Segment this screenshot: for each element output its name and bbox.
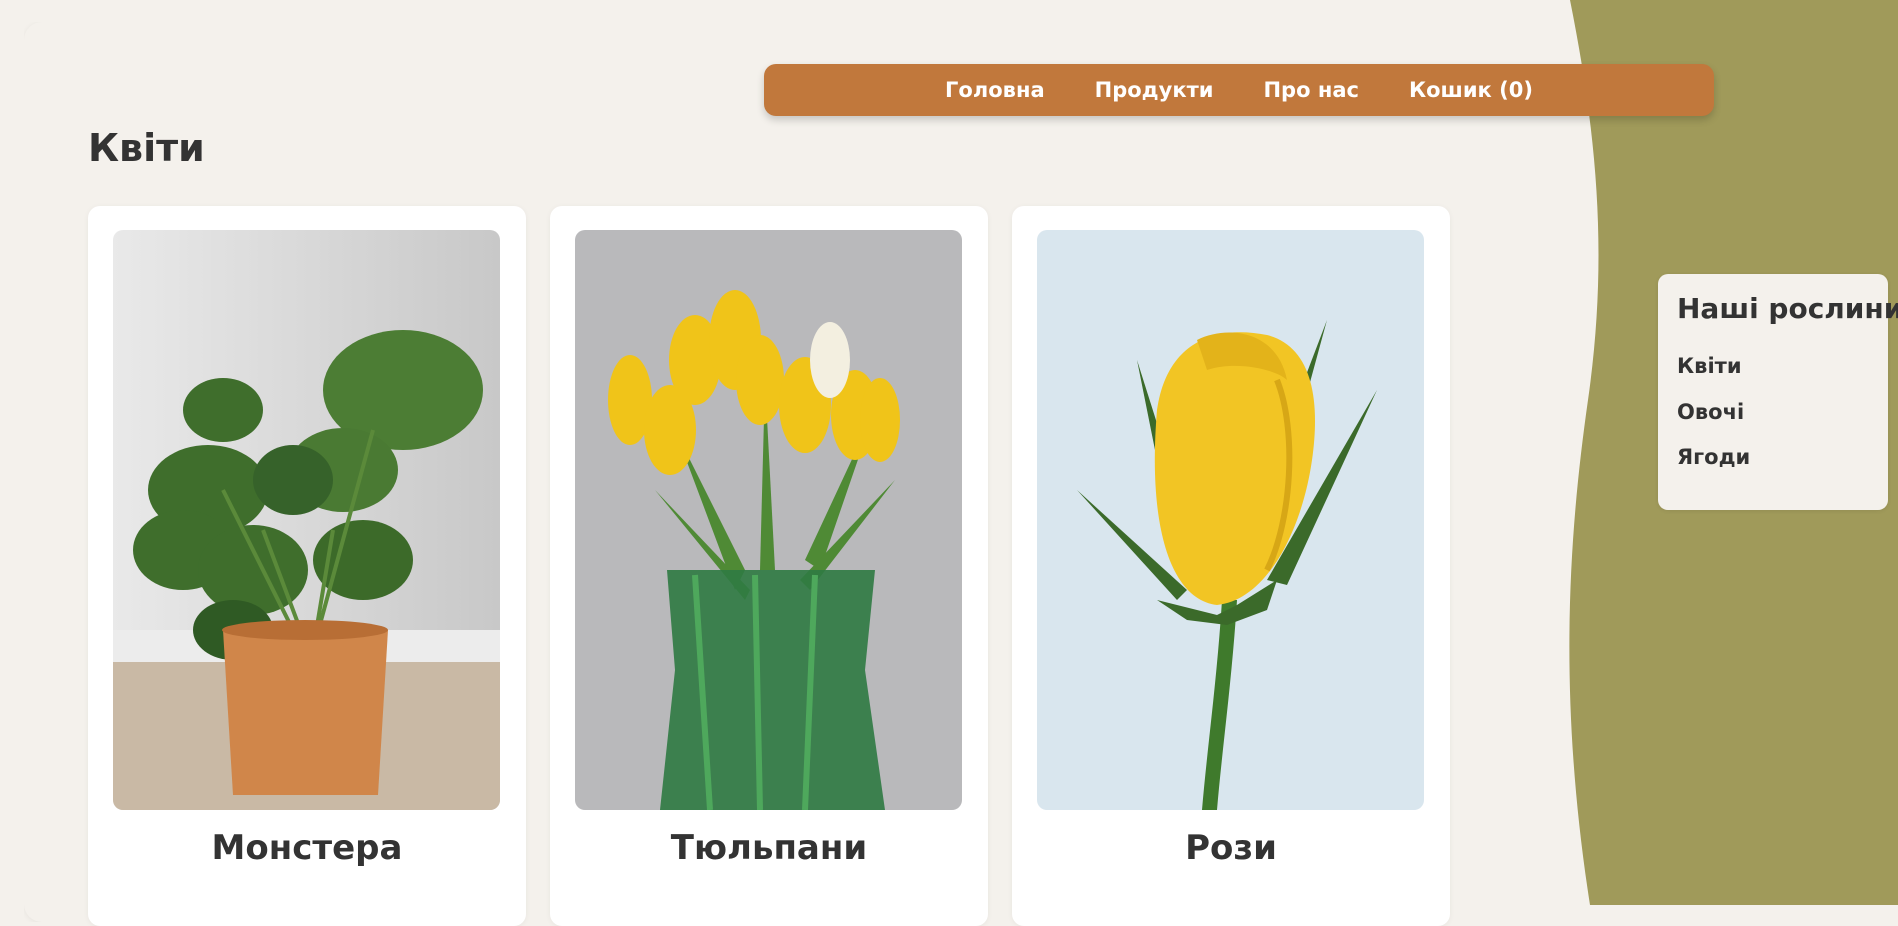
- sidebar-title: Наші рослини: [1677, 292, 1898, 325]
- section-title: Квіти: [88, 126, 205, 170]
- main-navbar: Головна Продукти Про нас Кошик (0): [764, 64, 1714, 116]
- nav-products-link[interactable]: Продукти: [1095, 78, 1214, 102]
- nav-about-link[interactable]: Про нас: [1263, 78, 1358, 102]
- product-name: Рози: [1185, 828, 1277, 868]
- product-card-roses[interactable]: Рози: [1012, 206, 1450, 926]
- nav-home-link[interactable]: Головна: [945, 78, 1045, 102]
- sidebar-item-flowers[interactable]: Квіти: [1677, 354, 1742, 378]
- monstera-image: [113, 230, 500, 810]
- sidebar-item-vegetables[interactable]: Овочі: [1677, 400, 1744, 424]
- product-card-monstera[interactable]: Монстера: [88, 206, 526, 926]
- product-card-tulips[interactable]: Тюльпани: [550, 206, 988, 926]
- tulips-image: [575, 230, 962, 810]
- rose-image: [1037, 230, 1424, 810]
- product-name: Тюльпани: [670, 828, 868, 868]
- sidebar-item-berries[interactable]: Ягоди: [1677, 445, 1750, 469]
- plants-sidebar: Наші рослини Квіти Овочі Ягоди: [1658, 274, 1898, 510]
- product-name: Монстера: [211, 828, 403, 868]
- nav-cart-link[interactable]: Кошик (0): [1409, 78, 1533, 102]
